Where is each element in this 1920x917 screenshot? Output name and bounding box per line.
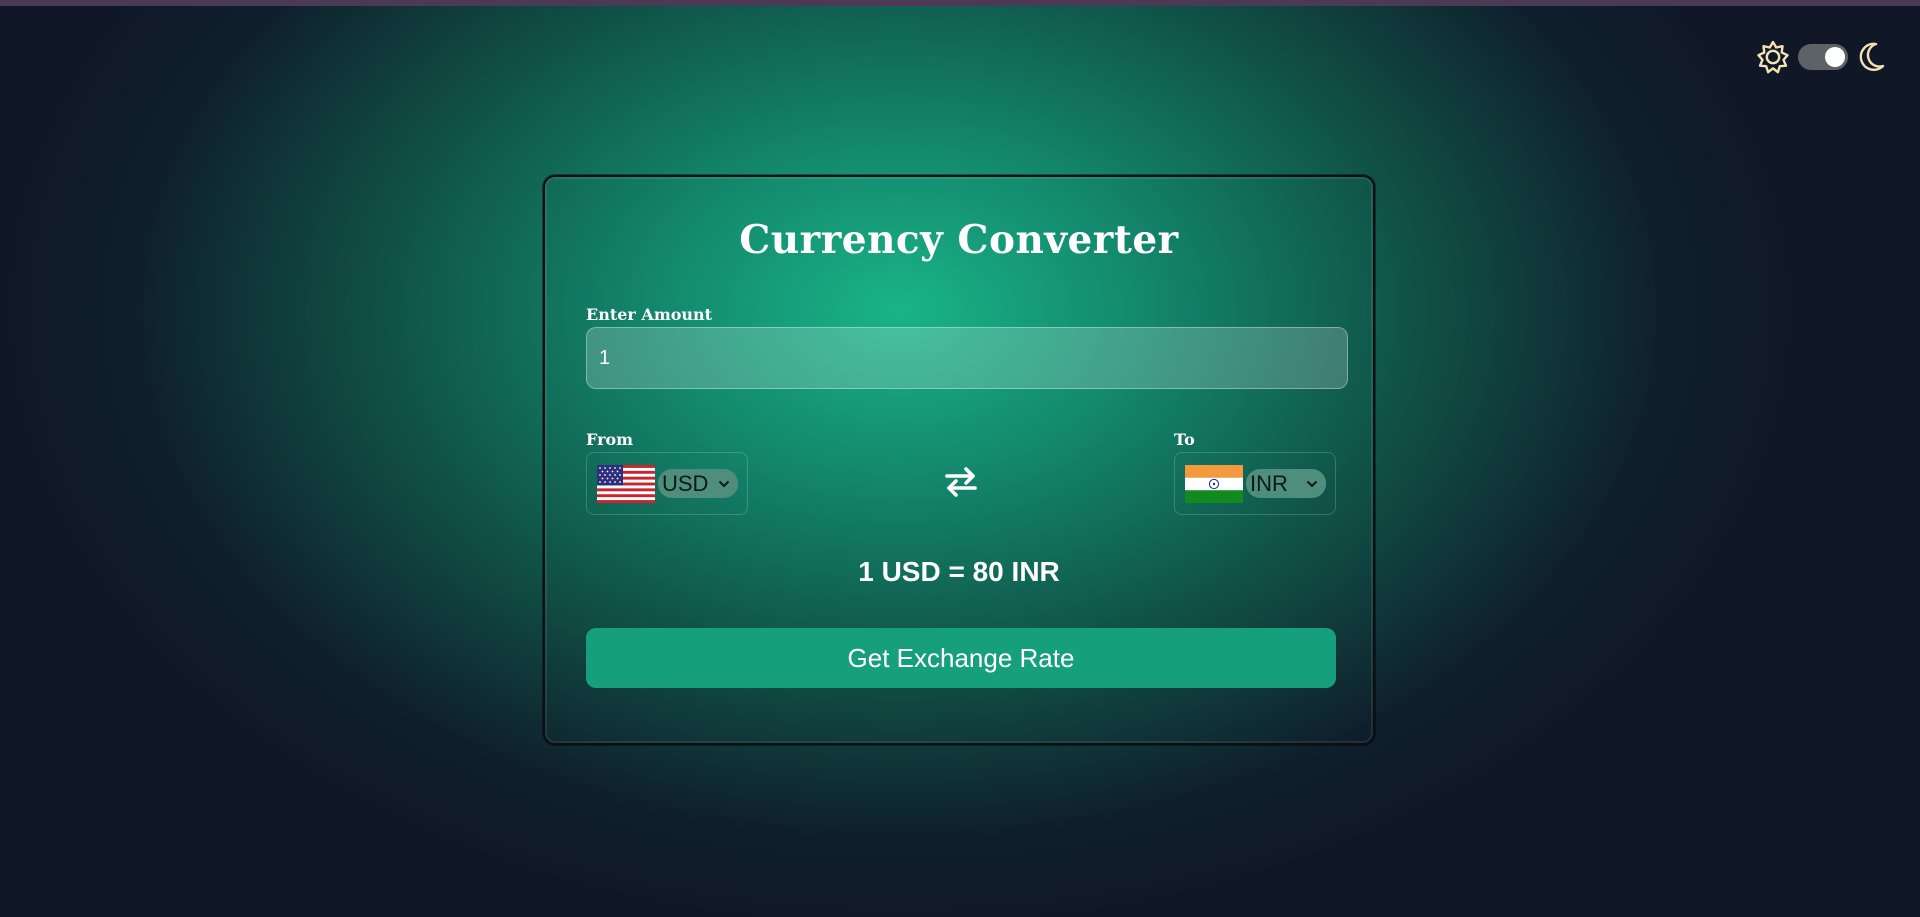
amount-label: Enter Amount [586,305,713,324]
from-currency-select[interactable]: USD [658,469,738,498]
chevron-down-icon [718,480,730,488]
to-currency-value: INR [1250,470,1288,496]
from-currency-value: USD [662,470,709,496]
chevron-down-icon [1306,480,1318,488]
swap-arrows-icon[interactable] [943,464,979,504]
crescent-moon-icon [1856,41,1886,73]
india-flag-icon [1185,464,1243,503]
theme-switch-knob [1825,47,1845,67]
to-label: To [1174,430,1195,449]
converter-card: Currency Converter Enter Amount From [543,175,1375,745]
us-flag-icon [597,464,655,503]
from-currency-box: USD [586,452,748,515]
amount-input[interactable] [586,327,1348,389]
to-currency-box: INR [1174,452,1336,515]
exchange-rate-result: 1 USD = 80 INR [858,556,1060,587]
theme-switch[interactable] [1798,44,1848,70]
to-currency-select[interactable]: INR [1246,469,1326,498]
page-title: Currency Converter [739,217,1179,263]
browser-top-strip [0,0,1920,6]
get-exchange-rate-button[interactable]: Get Exchange Rate [586,628,1336,688]
theme-toggle [1756,40,1886,74]
from-label: From [586,430,634,449]
sun-gear-icon [1756,40,1790,74]
